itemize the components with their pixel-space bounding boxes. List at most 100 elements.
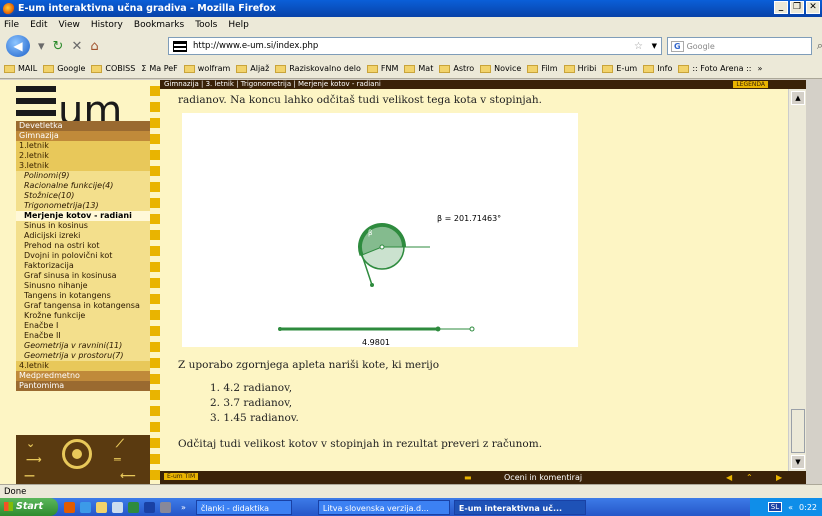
scroll-up-icon[interactable]: ▲ xyxy=(791,91,805,105)
quick-launch-chevron[interactable]: » xyxy=(181,503,186,512)
search-input[interactable]: Google xyxy=(687,42,715,51)
url-bar[interactable]: http://www.e-um.si/index.php ☆ ▼ xyxy=(168,37,662,55)
minus-icon[interactable]: — xyxy=(24,469,35,482)
eum-tim-tag[interactable]: E-um TIM xyxy=(164,473,199,480)
sidebar-item[interactable]: Merjenje kotov - radiani xyxy=(16,211,150,221)
legend-button[interactable]: LEGENDA xyxy=(733,81,768,88)
menu-edit[interactable]: Edit xyxy=(30,20,47,30)
app-launch-icon[interactable] xyxy=(112,501,123,513)
bookmark-astro[interactable]: Astro xyxy=(439,64,474,73)
sidebar-item[interactable]: Graf tangensa in kotangensa xyxy=(16,301,150,311)
arrow-right-icon[interactable]: ⟶ xyxy=(26,453,42,466)
home-icon[interactable]: ⌂ xyxy=(90,39,98,54)
sidebar-item[interactable]: Prehod na ostri kot xyxy=(16,241,150,251)
google-search-icon[interactable]: G xyxy=(671,40,684,52)
ie-launch-icon[interactable] xyxy=(80,501,91,513)
sidebar-item[interactable]: 1.letnik xyxy=(16,141,150,151)
prev-page-icon[interactable]: ◀ xyxy=(726,471,732,484)
sidebar-item[interactable]: Graf sinusa in kosinusa xyxy=(16,271,150,281)
vertical-scrollbar[interactable]: ▲ ▼ xyxy=(788,89,806,471)
slider-handle[interactable] xyxy=(435,326,441,332)
start-button[interactable]: Start xyxy=(0,498,58,516)
bookmark-raziskovalno[interactable]: Raziskovalno delo xyxy=(275,64,361,73)
sidebar-item[interactable]: Dvojni in polovični kot xyxy=(16,251,150,261)
sidebar-item[interactable]: Racionalne funkcije(4) xyxy=(16,181,150,191)
sidebar-item[interactable]: 2.letnik xyxy=(16,151,150,161)
bookmark-mail[interactable]: MAIL xyxy=(4,64,37,73)
geogebra-applet[interactable]: β β = 201.71463° 4.9801 xyxy=(182,113,578,347)
bookmark-cobiss[interactable]: COBISS xyxy=(91,64,135,73)
url-text[interactable]: http://www.e-um.si/index.php xyxy=(193,41,318,51)
rate-comment-link[interactable]: Oceni in komentiraj xyxy=(504,471,582,484)
sidebar-item[interactable]: Geometrija v prostoru(7) xyxy=(16,351,150,361)
maximize-button[interactable]: ❐ xyxy=(790,1,804,14)
magnifier-icon[interactable]: ⌕ xyxy=(817,39,822,53)
language-indicator[interactable]: SL xyxy=(767,502,783,512)
sidebar-item[interactable]: 4.letnik xyxy=(16,361,150,371)
sidebar-item[interactable]: Tangens in kotangens xyxy=(16,291,150,301)
search-box[interactable]: G Google ⌕ xyxy=(667,37,822,55)
bookmark-google[interactable]: Google xyxy=(43,64,85,73)
bookmark-film[interactable]: Film xyxy=(527,64,558,73)
bookmark-hribi[interactable]: Hribi xyxy=(563,64,596,73)
bookmark-star-icon[interactable]: ☆ xyxy=(634,41,643,52)
sidebar-item[interactable]: 3.letnik xyxy=(16,161,150,171)
sidebar-item[interactable]: Medpredmetno xyxy=(16,371,150,381)
forward-dropdown-icon[interactable]: ▾ xyxy=(38,39,45,54)
bookmark-info[interactable]: Info xyxy=(643,64,672,73)
next-page-icon[interactable]: ▶ xyxy=(776,471,782,484)
task-clanki[interactable]: članki - didaktika xyxy=(195,499,292,515)
sidebar-item[interactable]: Geometrija v ravnini(11) xyxy=(16,341,150,351)
arrow-up-right-icon[interactable]: ⟋ xyxy=(116,437,124,451)
menu-view[interactable]: View xyxy=(59,20,80,30)
excel-launch-icon[interactable] xyxy=(128,501,139,513)
arrow-left-icon[interactable]: ⟵ xyxy=(120,469,136,482)
scroll-thumb[interactable] xyxy=(791,409,805,453)
bookmark-aljaz[interactable]: Aljaž xyxy=(236,64,269,73)
word-launch-icon[interactable] xyxy=(144,501,155,513)
minimize-button[interactable]: _ xyxy=(774,1,788,14)
sidebar-item[interactable]: Stožnice(10) xyxy=(16,191,150,201)
stop-icon[interactable]: ✕ xyxy=(71,39,82,54)
sidebar-item[interactable]: Polinomi(9) xyxy=(16,171,150,181)
scroll-down-icon[interactable]: ▼ xyxy=(791,455,805,469)
bookmark-eum[interactable]: E-um xyxy=(602,64,637,73)
sidebar-item[interactable]: Pantomima xyxy=(16,381,150,391)
menu-file[interactable]: File xyxy=(4,20,19,30)
sidebar-item[interactable]: Sinusno nihanje xyxy=(16,281,150,291)
url-dropdown-icon[interactable]: ▼ xyxy=(652,42,657,50)
sidebar-item[interactable]: Gimnazija xyxy=(16,131,150,141)
chevron-down-icon[interactable]: ⌄ xyxy=(26,437,35,450)
eye-icon[interactable] xyxy=(62,439,92,469)
bookmark-fotoarena[interactable]: :: Foto Arena :: xyxy=(678,64,752,73)
bookmark-wolfram[interactable]: wolfram xyxy=(183,64,230,73)
breadcrumb[interactable]: Gimnazija | 3. letnik | Trigonometrija |… xyxy=(164,80,381,88)
reload-icon[interactable]: ↻ xyxy=(53,39,64,54)
end-point[interactable] xyxy=(370,283,374,287)
close-button[interactable]: ✕ xyxy=(806,1,820,14)
bookmark-novice[interactable]: Novice xyxy=(480,64,521,73)
menu-history[interactable]: History xyxy=(91,20,123,30)
menu-bookmarks[interactable]: Bookmarks xyxy=(134,20,184,30)
back-button[interactable]: ◀ xyxy=(6,35,30,57)
task-litva[interactable]: Litva slovenska verzija.d... xyxy=(317,499,450,515)
bookmark-fnm[interactable]: FNM xyxy=(366,64,398,73)
folder-launch-icon[interactable] xyxy=(96,501,107,513)
tray-expand-icon[interactable]: « xyxy=(788,503,793,512)
firefox-launch-icon[interactable] xyxy=(64,501,75,513)
task-eum-firefox[interactable]: E-um interaktivna uč... xyxy=(453,499,586,515)
app2-launch-icon[interactable] xyxy=(160,501,171,513)
sidebar-item[interactable]: Devetletka xyxy=(16,121,150,131)
sidebar-item[interactable]: Enačbe II xyxy=(16,331,150,341)
sidebar-item[interactable]: Enačbe I xyxy=(16,321,150,331)
up-page-icon[interactable]: ⌃ xyxy=(746,471,753,484)
bookmark-mat[interactable]: Mat xyxy=(404,64,433,73)
menu-tools[interactable]: Tools xyxy=(195,20,217,30)
sidebar-item[interactable]: Trigonometrija(13) xyxy=(16,201,150,211)
sidebar-item[interactable]: Adicijski izreki xyxy=(16,231,150,241)
menu-help[interactable]: Help xyxy=(228,20,249,30)
applet-canvas[interactable]: β β = 201.71463° 4.9801 xyxy=(182,113,578,347)
dash-icon[interactable]: ═ xyxy=(114,453,121,466)
sidebar-item[interactable]: Faktorizacija xyxy=(16,261,150,271)
bookmarks-overflow-chevron[interactable]: » xyxy=(758,64,763,73)
